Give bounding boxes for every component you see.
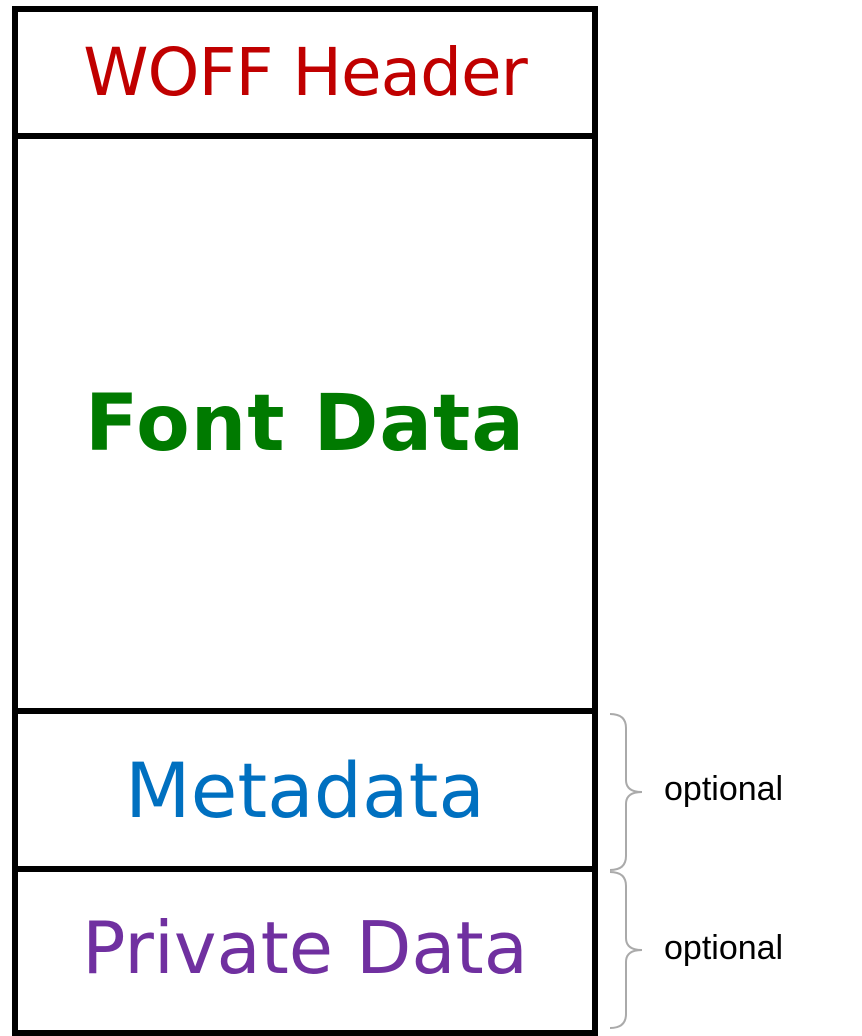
private-data-brace-icon <box>608 870 648 1030</box>
private-data-optional-note: optional <box>664 929 784 967</box>
woff-structure-diagram: WOFF Header Font Data Metadata Private D… <box>12 6 598 1036</box>
font-data-label: Font Data <box>85 378 525 469</box>
metadata-section: Metadata <box>18 708 592 866</box>
private-data-section: Private Data <box>18 866 592 1024</box>
font-data-section: Font Data <box>18 133 592 708</box>
woff-header-label: WOFF Header <box>83 34 527 111</box>
metadata-label: Metadata <box>125 745 485 835</box>
metadata-optional-note: optional <box>664 770 784 808</box>
private-data-label: Private Data <box>82 906 528 990</box>
metadata-brace-icon <box>608 712 648 872</box>
woff-header-section: WOFF Header <box>18 12 592 133</box>
